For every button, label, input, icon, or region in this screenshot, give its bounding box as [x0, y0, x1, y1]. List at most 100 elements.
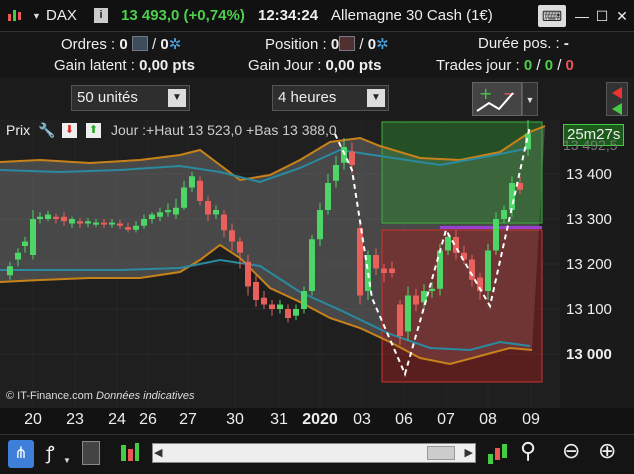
candle [301, 291, 307, 309]
close-position-icon[interactable] [339, 36, 356, 51]
candle [37, 216, 43, 219]
gain-latent-row: Gain latent : 0,00 pts [54, 57, 195, 74]
candle [125, 227, 131, 230]
candle [229, 230, 235, 242]
x-tick-label: 2020 [302, 411, 338, 428]
credit-brand: © IT-Finance.com [6, 390, 93, 402]
gain-latent-label: Gain latent : [54, 57, 135, 74]
chevron-down-icon[interactable]: ▼ [32, 11, 41, 21]
symbol-label[interactable]: DAX [46, 7, 77, 24]
price-chart[interactable]: 13 400 13 300 13 200 13 100 13 000 [0, 120, 634, 408]
last-price-label: 13 492,5 [563, 137, 618, 153]
keyboard-icon[interactable]: ⌨ [538, 5, 566, 27]
units-value: 50 unités [77, 89, 138, 106]
account-info: Ordres : 0 / 0✲ Position : 0 / 0✲ Durée … [0, 32, 634, 78]
zoom-in-icon[interactable]: ⊕ [598, 438, 616, 464]
cancel-orders-icon[interactable] [131, 36, 148, 51]
chevron-down-icon: ▼ [367, 89, 385, 107]
y-tick-label: 13 200 [566, 256, 612, 273]
units-select[interactable]: 50 unités ▼ [71, 85, 190, 111]
candle [285, 309, 291, 318]
candle [149, 214, 155, 219]
orders-a: 0 [119, 36, 128, 53]
scroll-to-end-icon[interactable] [486, 440, 510, 468]
candle [429, 288, 435, 291]
down-arrow-icon[interactable]: ⬇ [62, 123, 77, 138]
credit-note: Données indicatives [96, 390, 195, 402]
candle [501, 210, 507, 219]
position-label: Position : [265, 36, 327, 53]
up-arrow-icon[interactable]: ⬆ [86, 123, 101, 138]
zoom-out-icon[interactable]: ⊖ [562, 438, 580, 464]
candle [117, 223, 123, 226]
timeframe-select[interactable]: 4 heures ▼ [272, 85, 389, 111]
instrument-name: Allemagne 30 Cash (1€) [331, 7, 493, 24]
x-tick-label: 23 [66, 411, 84, 428]
candle [77, 221, 83, 224]
gear-icon[interactable]: ✲ [169, 36, 182, 53]
candle [349, 151, 355, 165]
trades-b: 0 [544, 57, 554, 74]
share-icon[interactable]: ⋔ [8, 440, 34, 468]
candle [101, 222, 107, 225]
wrench-icon[interactable]: 🔧 [38, 122, 55, 139]
x-tick-label: 09 [522, 411, 540, 428]
order-tool-button[interactable]: + − [472, 82, 522, 116]
gear-icon[interactable]: ✲ [376, 36, 389, 53]
candle [7, 266, 13, 276]
bottom-toolbar: ⋔ ꝭ ▼ ◀ ▶ ⚲ ⊖ ⊕ [0, 434, 634, 474]
candle [469, 259, 475, 280]
svg-text:−: − [503, 84, 516, 103]
info-icon[interactable]: i [94, 8, 108, 23]
chart-logo-icon [6, 7, 22, 23]
candle [445, 237, 451, 251]
bars-icon[interactable] [120, 441, 140, 465]
candle [133, 225, 139, 230]
day-info: Jour :+Haut 13 523,0 +Bas 13 388,0 [111, 122, 337, 138]
candle [30, 219, 36, 255]
candle [45, 214, 51, 219]
chart-area[interactable]: 13 400 13 300 13 200 13 100 13 000 Prix 🔧 ⬇ … [0, 120, 634, 408]
x-tick-label: 03 [353, 411, 371, 428]
y-tick-label: 13 300 [566, 211, 612, 228]
entry-line[interactable] [440, 226, 542, 229]
expand-arrows-icon [612, 87, 622, 115]
close-button[interactable]: ✕ [610, 5, 634, 27]
order-tool-icon: + − [476, 84, 516, 112]
gain-jour-label: Gain Jour : [248, 57, 322, 74]
candle [293, 309, 299, 316]
svg-text:+: + [479, 84, 492, 103]
scroll-thumb[interactable] [427, 446, 455, 460]
expand-panel-button[interactable] [606, 82, 628, 116]
candle [261, 297, 267, 305]
horizontal-scrollbar[interactable]: ◀ ▶ [152, 443, 476, 463]
credit: © IT-Finance.com Données indicatives [6, 390, 194, 402]
candle [109, 222, 115, 225]
candle [485, 250, 491, 291]
chevron-down-icon: ▼ [168, 89, 186, 107]
candle [53, 216, 59, 219]
position-b: 0 [367, 36, 377, 53]
price-change: 13 493,0 (+0,74%) [121, 7, 245, 24]
chevron-down-icon[interactable]: ▼ [63, 456, 71, 465]
order-tool-dropdown[interactable]: ▼ [522, 82, 538, 116]
controls-bar: 50 unités ▼ 4 heures ▼ + − ▼ [0, 78, 634, 120]
position-row: Position : 0 / 0✲ [265, 36, 389, 53]
candle [157, 212, 163, 217]
scroll-right-icon[interactable]: ▶ [465, 446, 473, 459]
duration-label: Durée pos. : [478, 35, 560, 52]
indicator-icon[interactable]: ꝭ [46, 441, 55, 465]
zoom-fit-icon[interactable]: ⚲ [520, 438, 536, 464]
candle [509, 183, 515, 210]
scroll-left-icon[interactable]: ◀ [154, 446, 162, 459]
orders-row: Ordres : 0 / 0✲ [61, 36, 182, 53]
clock: 12:34:24 [258, 7, 319, 24]
position-a: 0 [330, 36, 340, 53]
candle [277, 304, 283, 309]
candle [437, 250, 443, 289]
duration-value: - [563, 35, 569, 52]
take-profit-zone[interactable] [381, 121, 543, 224]
list-icon[interactable] [82, 441, 100, 465]
candle [69, 219, 75, 224]
candle [333, 165, 339, 181]
